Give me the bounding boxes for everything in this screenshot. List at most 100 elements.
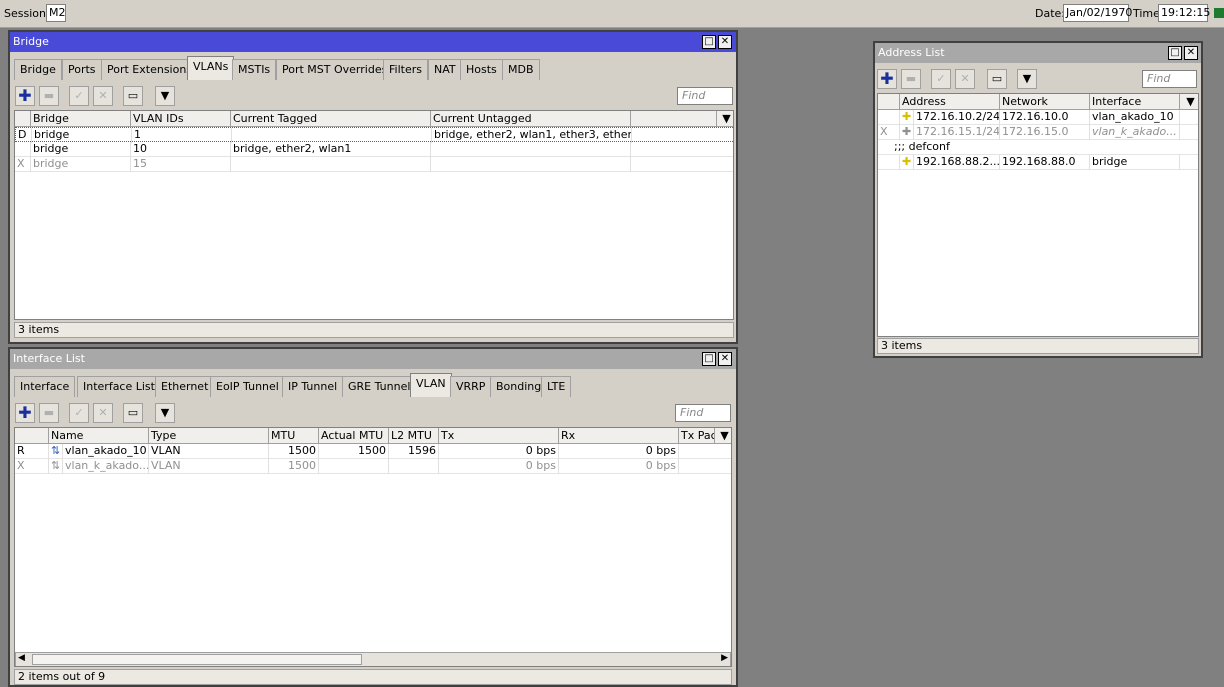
column-header-current-tagged[interactable]: Current Tagged [231, 111, 431, 127]
cell-tx: 0 bps [439, 459, 559, 474]
table-row[interactable]: X bridge 15 [15, 157, 733, 172]
disable-button[interactable]: ✕ [93, 403, 113, 423]
close-icon[interactable]: ✕ [718, 352, 732, 366]
column-menu-icon[interactable]: ▼ [717, 111, 733, 127]
enable-button[interactable]: ✓ [69, 403, 89, 423]
filter-button[interactable]: ▼ [1017, 69, 1037, 89]
tab-interface[interactable]: Interface [14, 376, 76, 397]
column-header-type[interactable]: Type [149, 428, 269, 444]
comment-button[interactable]: ▭ [987, 69, 1007, 89]
tab-port-extensions[interactable]: Port Extensions [101, 59, 199, 80]
flag-column-header[interactable] [15, 428, 49, 444]
table-row[interactable]: X ✚ 172.16.15.1/24 172.16.15.0 vlan_k_ak… [878, 125, 1198, 140]
cell-address: 172.16.15.1/24 [916, 125, 1000, 140]
disable-button[interactable]: ✕ [955, 69, 975, 89]
tab-port-mst-overrides[interactable]: Port MST Overrides [276, 59, 394, 80]
table-row[interactable]: ✚ 172.16.10.2/24 172.16.10.0 vlan_akado_… [878, 110, 1198, 125]
cell-actual-mtu: 1500 [319, 444, 389, 459]
tab-vlan[interactable]: VLAN [410, 373, 452, 397]
column-header-rx[interactable]: Rx [559, 428, 679, 444]
bridge-window-title[interactable]: Bridge □ ✕ [10, 32, 736, 52]
enable-button[interactable]: ✓ [69, 86, 89, 106]
add-button[interactable]: ✚ [15, 403, 35, 423]
tab-bonding[interactable]: Bonding [490, 376, 548, 397]
tab-ethernet[interactable]: Ethernet [155, 376, 215, 397]
table-row[interactable]: ✚ 192.168.88.2... 192.168.88.0 bridge [878, 155, 1198, 170]
add-button[interactable]: ✚ [877, 69, 897, 89]
remove-button[interactable]: ▬ [39, 403, 59, 423]
vlan-interface-icon: ⇅ [49, 444, 63, 459]
cell-current-untagged: bridge, ether2, wlan1, ether3, ether5 [434, 128, 632, 143]
tab-mstis[interactable]: MSTIs [232, 59, 277, 80]
address-window-title[interactable]: Address List □ ✕ [875, 43, 1201, 63]
comment-button[interactable]: ▭ [123, 403, 143, 423]
tab-eoip-tunnel[interactable]: EoIP Tunnel [210, 376, 285, 397]
column-header-tx[interactable]: Tx [439, 428, 559, 444]
remove-button[interactable]: ▬ [39, 86, 59, 106]
flag-column-header[interactable] [15, 111, 31, 127]
tab-lte[interactable]: LTE [541, 376, 572, 397]
tab-filters[interactable]: Filters [383, 59, 428, 80]
date-label: Date: [1035, 7, 1065, 20]
column-header-mtu[interactable]: MTU [269, 428, 319, 444]
bridge-tabs: Bridge Ports Port Extensions VLANs MSTIs… [12, 56, 732, 80]
column-header-interface[interactable]: Interface [1090, 94, 1180, 110]
filter-button[interactable]: ▼ [155, 403, 175, 423]
cell-bridge: bridge [31, 142, 131, 157]
horizontal-scrollbar[interactable]: ◀ ▶ [15, 652, 731, 666]
cell-network: 192.168.88.0 [1000, 155, 1090, 170]
column-header-current-untagged[interactable]: Current Untagged [431, 111, 631, 127]
maximize-icon[interactable]: □ [702, 352, 716, 366]
disable-button[interactable]: ✕ [93, 86, 113, 106]
find-input[interactable]: Find [677, 87, 733, 105]
column-header-actual-mtu[interactable]: Actual MTU [319, 428, 389, 444]
column-header-network[interactable]: Network [1000, 94, 1090, 110]
tab-nat[interactable]: NAT [428, 59, 462, 80]
tab-ports[interactable]: Ports [62, 59, 102, 80]
tab-mdb[interactable]: MDB [502, 59, 540, 80]
scrollbar-thumb[interactable] [32, 654, 362, 665]
find-input[interactable]: Find [1142, 70, 1197, 88]
table-row[interactable]: D bridge 1 bridge, ether2, wlan1, ether3… [15, 127, 733, 143]
column-menu-icon[interactable]: ▼ [715, 428, 731, 444]
row-flag: R [15, 444, 49, 459]
tab-ip-tunnel[interactable]: IP Tunnel [282, 376, 344, 397]
table-row[interactable]: bridge 10 bridge, ether2, wlan1 [15, 142, 733, 157]
cell-vlan-ids: 10 [131, 142, 231, 157]
table-row[interactable]: X ⇅ vlan_k_akado... VLAN 1500 0 bps 0 bp… [15, 459, 731, 474]
maximize-icon[interactable]: □ [702, 35, 716, 49]
filter-button[interactable]: ▼ [155, 86, 175, 106]
tab-bridge[interactable]: Bridge [14, 59, 62, 80]
session-field[interactable]: M2 [46, 4, 66, 22]
cell-interface: vlan_k_akado... [1090, 125, 1180, 140]
column-header-vlan-ids[interactable]: VLAN IDs [131, 111, 231, 127]
cell-current-tagged: bridge, ether2, wlan1 [231, 142, 431, 157]
column-header-bridge[interactable]: Bridge [31, 111, 131, 127]
table-row[interactable]: R ⇅ vlan_akado_10 VLAN 1500 1500 1596 0 … [15, 444, 731, 459]
tab-vlans[interactable]: VLANs [187, 56, 235, 80]
column-header-address[interactable]: Address [900, 94, 1000, 110]
tab-gre-tunnel[interactable]: GRE Tunnel [342, 376, 417, 397]
tab-vrrp[interactable]: VRRP [450, 376, 492, 397]
cell-interface: vlan_akado_10 [1090, 110, 1180, 125]
column-header-tx-packets[interactable]: Tx Pac [679, 428, 715, 444]
tab-interface-list[interactable]: Interface List [77, 376, 161, 397]
comment-row[interactable]: ;;; defconf [878, 140, 1198, 155]
tab-hosts[interactable]: Hosts [460, 59, 503, 80]
interface-window-title[interactable]: Interface List □ ✕ [10, 349, 736, 369]
maximize-icon[interactable]: □ [1168, 46, 1182, 60]
find-input[interactable]: Find [675, 404, 731, 422]
close-icon[interactable]: ✕ [1184, 46, 1198, 60]
scroll-left-icon[interactable]: ◀ [18, 653, 25, 663]
flag-column-header[interactable] [878, 94, 900, 110]
comment-button[interactable]: ▭ [123, 86, 143, 106]
scroll-right-icon[interactable]: ▶ [721, 653, 728, 663]
column-header-l2-mtu[interactable]: L2 MTU [389, 428, 439, 444]
close-icon[interactable]: ✕ [718, 35, 732, 49]
cell-l2-mtu: 1596 [389, 444, 439, 459]
add-button[interactable]: ✚ [15, 86, 35, 106]
remove-button[interactable]: ▬ [901, 69, 921, 89]
column-header-name[interactable]: Name [49, 428, 149, 444]
column-menu-icon[interactable]: ▼ [1180, 94, 1198, 110]
enable-button[interactable]: ✓ [931, 69, 951, 89]
